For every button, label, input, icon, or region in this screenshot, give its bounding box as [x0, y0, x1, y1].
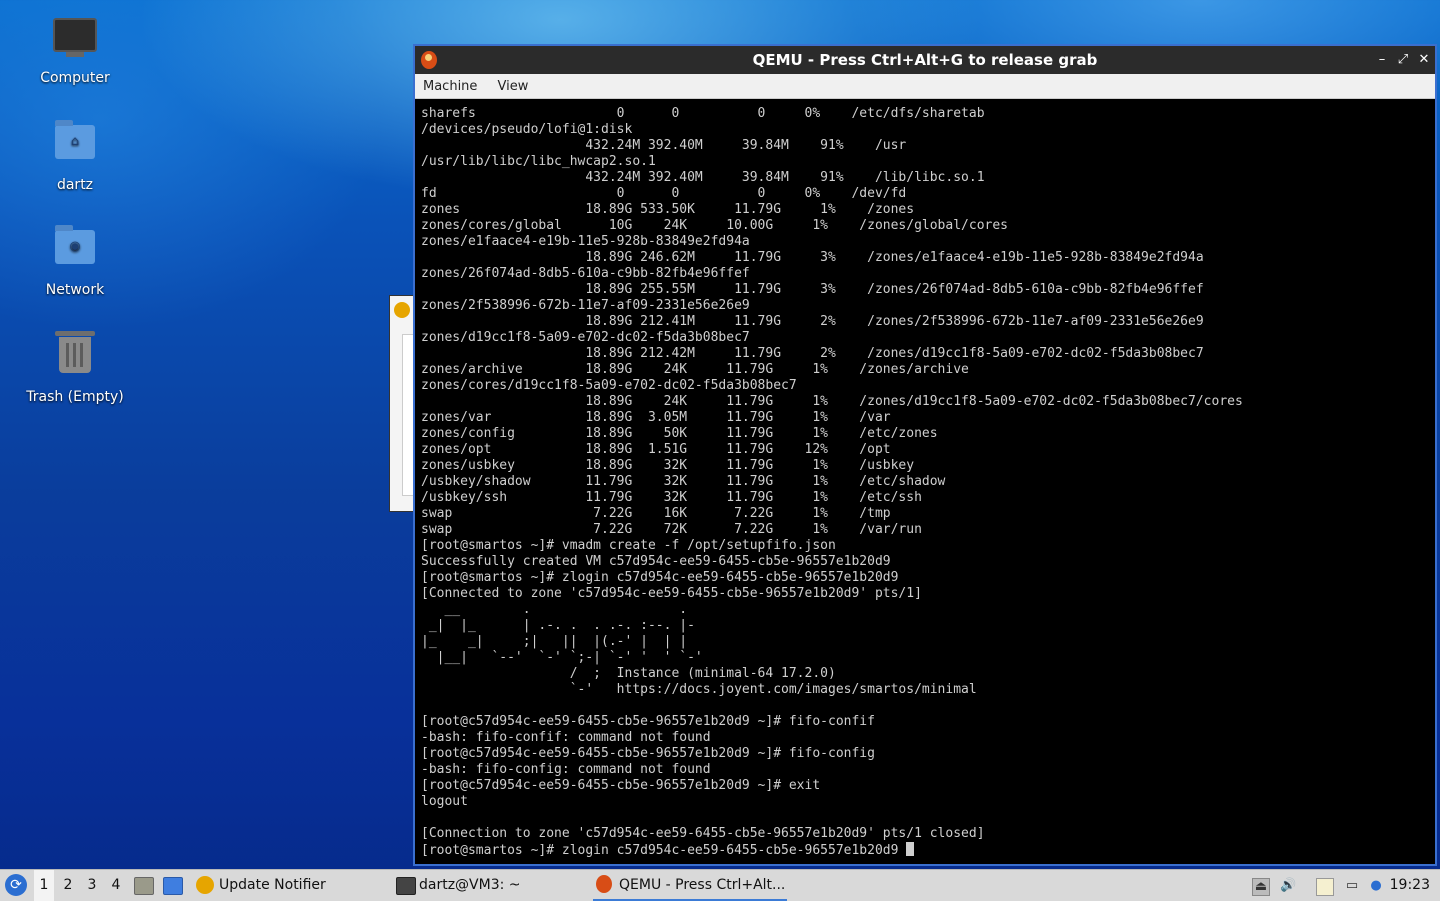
console-line: 432.24M 392.40M 39.84M 91% /lib/libc.so.… — [421, 170, 985, 185]
console-line: zones/2f538996-672b-11e7-af09-2331e56e26… — [421, 298, 750, 313]
console-line: /usbkey/ssh 11.79G 32K 11.79G 1% /etc/ss… — [421, 490, 922, 505]
console-line: /devices/pseudo/lofi@1:disk — [421, 122, 633, 137]
console-line: 18.89G 24K 11.79G 1% /zones/d19cc1f8-5a0… — [421, 394, 1243, 409]
clipboard-icon[interactable] — [1316, 878, 1334, 896]
workspace-3[interactable]: 3 — [82, 870, 102, 901]
close-button[interactable]: ✕ — [1415, 51, 1433, 69]
desktop-icon-label: Computer — [40, 70, 110, 86]
console-line: -bash: fifo-confif: command not found — [421, 730, 711, 745]
console-line: 18.89G 255.55M 11.79G 3% /zones/26f074ad… — [421, 282, 1204, 297]
console-line: zones/usbkey 18.89G 32K 11.79G 1% /usbke… — [421, 458, 915, 473]
console-line: `-' https://docs.joyent.com/images/smart… — [421, 682, 977, 697]
desktop-icon-network[interactable]: ◉ Network — [10, 224, 140, 298]
console-line: zones 18.89G 533.50K 11.79G 1% /zones — [421, 202, 915, 217]
vm-console[interactable]: sharefs 0 0 0 0% /etc/dfs/sharetab /devi… — [421, 106, 1431, 862]
terminal-icon — [396, 877, 416, 895]
update-notifier-icon — [394, 302, 410, 318]
desktop-icon-home-folder[interactable]: ⌂ dartz — [10, 119, 140, 193]
console-line: zones/cores/d19cc1f8-5a09-e702-dc02-f5da… — [421, 378, 797, 393]
eject-icon[interactable]: ⏏ — [1252, 878, 1270, 896]
menu-machine[interactable]: Machine — [415, 74, 484, 94]
console-line: zones/26f074ad-8db5-610a-c9bb-82fb4e96ff… — [421, 266, 750, 281]
console-line: logout — [421, 794, 468, 809]
text-cursor — [906, 842, 915, 856]
taskbar: ⟳ 1 2 3 4 Update Notifier dartz@VM3: ~ Q… — [0, 869, 1440, 901]
console-line: zones/opt 18.89G 1.51G 11.79G 12% /opt — [421, 442, 891, 457]
console-line: zones/config 18.89G 50K 11.79G 1% /etc/z… — [421, 426, 938, 441]
task-qemu[interactable]: QEMU - Press Ctrl+Alt... — [593, 870, 787, 901]
qemu-icon — [596, 875, 612, 893]
console-prompt: [root@smartos ~]# zlogin c57d954c-ee59-6… — [421, 843, 907, 858]
console-line: |_ _| ;| || |(.-' | | | — [421, 634, 688, 649]
console-prompt-line: [root@smartos ~]# zlogin c57d954c-ee59-6… — [421, 842, 1431, 859]
console-line: |__| `--' `-' `;-| `-' ' ' `-' — [421, 650, 703, 665]
console-line: / ; Instance (minimal-64 17.2.0) — [421, 666, 836, 681]
trash-icon — [51, 331, 99, 385]
window-title: QEMU - Press Ctrl+Alt+G to release grab — [752, 51, 1098, 69]
menu-view[interactable]: View — [490, 74, 536, 94]
clock[interactable]: 19:23 — [1390, 870, 1430, 901]
console-line: 432.24M 392.40M 39.84M 91% /usr — [421, 138, 907, 153]
home-folder-icon: ⌂ — [51, 120, 99, 173]
console-line: [root@c57d954c-ee59-6455-cb5e-96557e1b20… — [421, 714, 875, 729]
console-line: /usbkey/shadow 11.79G 32K 11.79G 1% /etc… — [421, 474, 946, 489]
workspace-2[interactable]: 2 — [58, 870, 78, 901]
console-line: __ . . — [421, 602, 688, 617]
workspace-4[interactable]: 4 — [106, 870, 126, 901]
network-folder-icon: ◉ — [51, 225, 99, 278]
console-line: _| |_ | .-. . . .-. :--. |- — [421, 618, 695, 633]
console-line: [root@smartos ~]# vmadm create -f /opt/s… — [421, 538, 836, 553]
console-line: zones/d19cc1f8-5a09-e702-dc02-f5da3b08be… — [421, 330, 750, 345]
notification-icon[interactable]: ● — [1368, 878, 1384, 894]
console-line: [root@c57d954c-ee59-6455-cb5e-96557e1b20… — [421, 746, 875, 761]
console-line: [root@c57d954c-ee59-6455-cb5e-96557e1b20… — [421, 778, 821, 793]
console-line: swap 7.22G 16K 7.22G 1% /tmp — [421, 506, 891, 521]
volume-icon[interactable]: 🔊 — [1280, 878, 1296, 894]
file-manager-launcher-icon[interactable] — [134, 877, 154, 895]
desktop-icon-label: Network — [45, 282, 105, 298]
console-line: zones/cores/global 10G 24K 10.00G 1% /zo… — [421, 218, 1008, 233]
task-label: QEMU - Press Ctrl+Alt... — [619, 877, 786, 893]
console-line: [root@smartos ~]# zlogin c57d954c-ee59-6… — [421, 570, 899, 585]
console-line: sharefs 0 0 0 0% /etc/dfs/sharetab — [421, 106, 985, 121]
console-output: sharefs 0 0 0 0% /etc/dfs/sharetab /devi… — [421, 106, 1431, 842]
task-label: Update Notifier — [219, 877, 326, 893]
task-update-notifier[interactable]: Update Notifier — [193, 870, 326, 901]
qemu-window[interactable]: QEMU - Press Ctrl+Alt+G to release grab … — [413, 44, 1437, 866]
network-icon[interactable]: ▭ — [1344, 878, 1360, 894]
minimize-button[interactable]: – — [1373, 51, 1391, 69]
computer-icon — [51, 18, 99, 66]
qemu-menubar: Machine View — [415, 74, 1435, 99]
show-desktop-icon[interactable] — [163, 877, 183, 895]
desktop-icon-label: dartz — [56, 177, 94, 193]
workspace-1[interactable]: 1 — [34, 870, 54, 901]
console-line: fd 0 0 0 0% /dev/fd — [421, 186, 907, 201]
console-line: 18.89G 246.62M 11.79G 3% /zones/e1faace4… — [421, 250, 1204, 265]
desktop-icon-label: Trash (Empty) — [26, 389, 124, 405]
task-terminal[interactable]: dartz@VM3: ~ — [393, 870, 521, 901]
maximize-button[interactable]: ⤢ — [1394, 51, 1412, 69]
console-line: Successfully created VM c57d954c-ee59-64… — [421, 554, 891, 569]
console-line: 18.89G 212.42M 11.79G 2% /zones/d19cc1f8… — [421, 346, 1204, 361]
qemu-titlebar[interactable]: QEMU - Press Ctrl+Alt+G to release grab … — [415, 46, 1435, 74]
console-line: zones/var 18.89G 3.05M 11.79G 1% /var — [421, 410, 891, 425]
console-line: 18.89G 212.41M 11.79G 2% /zones/2f538996… — [421, 314, 1204, 329]
console-line: zones/archive 18.89G 24K 11.79G 1% /zone… — [421, 362, 969, 377]
console-line: -bash: fifo-config: command not found — [421, 762, 711, 777]
desktop-icon-computer[interactable]: Computer — [10, 14, 140, 86]
console-line: [Connected to zone 'c57d954c-ee59-6455-c… — [421, 586, 922, 601]
console-line: /usr/lib/libc/libc_hwcap2.so.1 — [421, 154, 656, 169]
console-line: [Connection to zone 'c57d954c-ee59-6455-… — [421, 826, 985, 841]
update-notifier-icon — [196, 876, 214, 894]
console-line: zones/e1faace4-e19b-11e5-928b-83849e2fd9… — [421, 234, 750, 249]
start-menu-icon[interactable]: ⟳ — [5, 874, 27, 896]
desktop-icon-trash[interactable]: Trash (Empty) — [10, 329, 140, 405]
console-line: swap 7.22G 72K 7.22G 1% /var/run — [421, 522, 922, 537]
task-label: dartz@VM3: ~ — [419, 877, 521, 893]
